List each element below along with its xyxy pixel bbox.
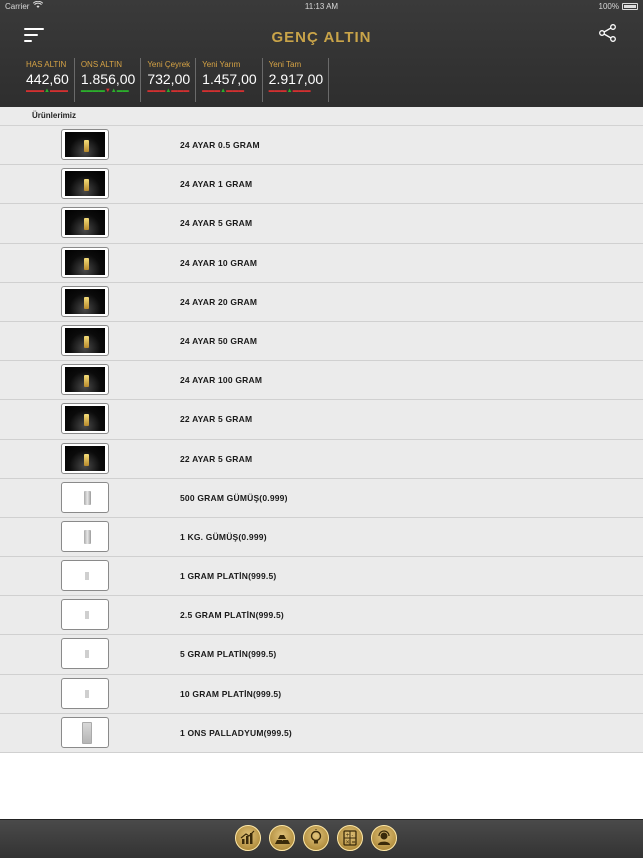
- product-list: 24 AYAR 0.5 GRAM 24 AYAR 1 GRAM 24 AYAR …: [0, 126, 643, 753]
- list-item[interactable]: 5 GRAM PLATİN(999.5): [0, 635, 643, 675]
- product-label: 10 GRAM PLATİN(999.5): [180, 688, 282, 699]
- chart-icon[interactable]: [235, 825, 261, 851]
- list-item[interactable]: 24 AYAR 0.5 GRAM: [0, 126, 643, 166]
- lightbulb-icon[interactable]: [303, 825, 329, 851]
- product-label: 24 AYAR 100 GRAM: [180, 375, 263, 386]
- list-item[interactable]: 24 AYAR 100 GRAM: [0, 361, 643, 401]
- product-label: 24 AYAR 10 GRAM: [180, 257, 258, 268]
- silver-bar-thumbnail: [61, 520, 109, 552]
- gold-bar-thumbnail: [61, 442, 109, 474]
- platinum-bar-thumbnail: [61, 638, 109, 670]
- price-trend-icon: ▬▬▬▲▬▬▬: [202, 88, 245, 94]
- battery-percent: 100%: [598, 2, 619, 11]
- svg-text:×: ×: [346, 840, 350, 846]
- product-label: 1 ONS PALLADYUM(999.5): [180, 727, 292, 738]
- gold-bar-thumbnail: [61, 285, 109, 317]
- app-screen: Carrier 11:13 AM 100% GENÇ ALTIN HAS ALT…: [0, 0, 643, 858]
- price-name: Yeni Yarım: [202, 60, 241, 69]
- product-label: 5 GRAM PLATİN(999.5): [180, 649, 277, 660]
- price-name: ONS ALTIN: [80, 60, 123, 69]
- section-title: Ürünlerimiz: [32, 111, 77, 120]
- platinum-bar-thumbnail: [61, 560, 109, 592]
- gold-bar-thumbnail: [61, 403, 109, 435]
- price-value: 2.917,00: [268, 71, 324, 87]
- gold-bars-icon[interactable]: [269, 825, 295, 851]
- product-label: 1 KG. GÜMÜŞ(0.999): [180, 531, 267, 542]
- price-value: 1.856,00: [80, 71, 136, 87]
- svg-text:-: -: [352, 833, 354, 839]
- list-item[interactable]: 10 GRAM PLATİN(999.5): [0, 674, 643, 714]
- price-name: Yeni Tam: [268, 60, 302, 69]
- price-ticker: HAS ALTIN 442,60 ▬▬▬▲▬▬▬ ONS ALTIN 1.856…: [20, 58, 330, 104]
- list-item[interactable]: 24 AYAR 20 GRAM: [0, 282, 643, 322]
- price-trend-icon: ▬▬▬▲▬▬▬: [26, 88, 68, 94]
- gold-bar-thumbnail: [61, 324, 109, 356]
- app-logo-title: GENÇ ALTIN: [271, 29, 372, 46]
- price-name: HAS ALTIN: [26, 60, 67, 69]
- list-item[interactable]: 22 AYAR 5 GRAM: [0, 439, 643, 479]
- silver-bar-thumbnail: [61, 481, 109, 513]
- palladium-bar-thumbnail: [61, 716, 109, 748]
- gold-bar-thumbnail: [61, 207, 109, 239]
- gold-bar-thumbnail: [61, 129, 109, 160]
- price-trend-icon: ▬▬▬▬▼▲▬▬: [80, 88, 129, 94]
- price-yeni-ceyrek[interactable]: Yeni Çeyrek 732,00 ▬▬▬▲▬▬▬: [141, 58, 197, 102]
- svg-text:=: =: [352, 840, 356, 846]
- gold-bar-thumbnail: [61, 246, 109, 278]
- status-time: 11:13 AM: [304, 2, 339, 11]
- product-label: 2.5 GRAM PLATİN(999.5): [180, 610, 284, 621]
- price-trend-icon: ▬▬▬▲▬▬▬: [147, 88, 190, 94]
- product-label: 24 AYAR 0.5 GRAM: [180, 140, 260, 150]
- list-item[interactable]: 24 AYAR 5 GRAM: [0, 204, 643, 244]
- bottom-tab-bar: + - × =: [0, 819, 643, 858]
- platinum-bar-thumbnail: [61, 599, 109, 631]
- list-item[interactable]: 2.5 GRAM PLATİN(999.5): [0, 596, 643, 636]
- price-name: Yeni Çeyrek: [147, 60, 191, 69]
- product-label: 22 AYAR 5 GRAM: [180, 453, 253, 464]
- svg-text:+: +: [346, 833, 350, 839]
- status-bar: Carrier 11:13 AM 100%: [0, 0, 643, 14]
- list-item[interactable]: 24 AYAR 50 GRAM: [0, 321, 643, 362]
- price-has-altin[interactable]: HAS ALTIN 442,60 ▬▬▬▲▬▬▬: [20, 58, 75, 102]
- share-icon[interactable]: [598, 23, 620, 45]
- calculator-icon[interactable]: + - × =: [337, 825, 363, 851]
- list-item[interactable]: 22 AYAR 5 GRAM: [0, 400, 643, 440]
- list-item[interactable]: 1 ONS PALLADYUM(999.5): [0, 713, 643, 753]
- price-value: 442,60: [26, 71, 69, 87]
- price-yeni-tam[interactable]: Yeni Tam 2.917,00 ▬▬▬▲▬▬▬: [263, 58, 330, 102]
- price-trend-icon: ▬▬▬▲▬▬▬: [268, 88, 311, 94]
- list-item[interactable]: 500 GRAM GÜMÜŞ(0.999): [0, 478, 643, 518]
- section-header: Ürünlerimiz: [0, 107, 643, 126]
- gold-bar-thumbnail: [61, 168, 109, 200]
- product-label: 24 AYAR 50 GRAM: [180, 335, 258, 346]
- gold-bar-thumbnail: [61, 364, 109, 396]
- platinum-bar-thumbnail: [61, 677, 109, 709]
- header: Carrier 11:13 AM 100% GENÇ ALTIN HAS ALT…: [0, 0, 643, 107]
- price-ons-altin[interactable]: ONS ALTIN 1.856,00 ▬▬▬▬▼▲▬▬: [75, 58, 142, 102]
- product-label: 24 AYAR 20 GRAM: [180, 296, 258, 307]
- price-value: 1.457,00: [202, 71, 257, 87]
- product-label: 22 AYAR 5 GRAM: [180, 414, 253, 425]
- product-label: 24 AYAR 5 GRAM: [180, 218, 253, 229]
- product-label: 1 GRAM PLATİN(999.5): [180, 571, 277, 582]
- list-item[interactable]: 24 AYAR 1 GRAM: [0, 165, 643, 205]
- list-item[interactable]: 1 GRAM PLATİN(999.5): [0, 557, 643, 597]
- battery-icon: [622, 3, 638, 10]
- support-agent-icon[interactable]: [371, 825, 397, 851]
- product-label: 500 GRAM GÜMÜŞ(0.999): [180, 492, 288, 503]
- price-yeni-yarim[interactable]: Yeni Yarım 1.457,00 ▬▬▬▲▬▬▬: [196, 58, 263, 102]
- price-value: 732,00: [147, 71, 191, 87]
- list-item[interactable]: 24 AYAR 10 GRAM: [0, 243, 643, 283]
- list-item[interactable]: 1 KG. GÜMÜŞ(0.999): [0, 517, 643, 558]
- product-label: 24 AYAR 1 GRAM: [180, 179, 253, 190]
